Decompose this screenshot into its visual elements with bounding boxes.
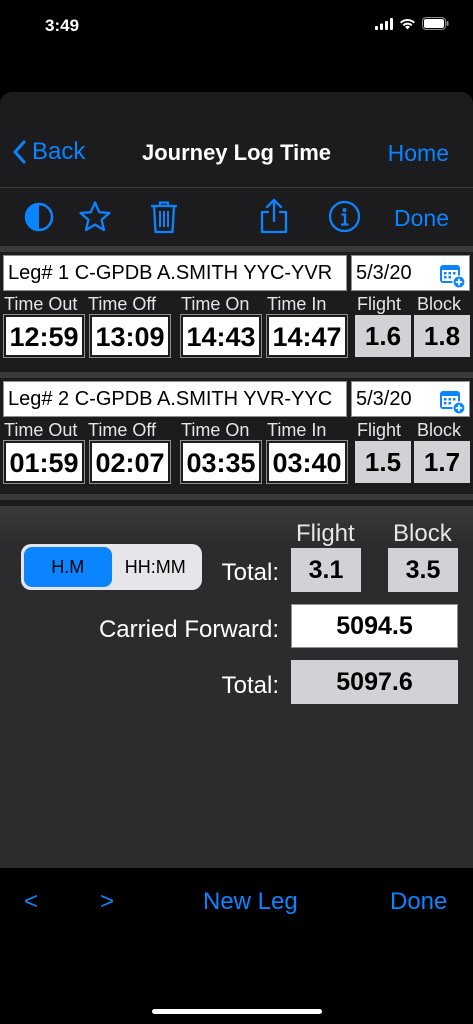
bottom-done-button[interactable]: Done xyxy=(390,888,447,916)
wifi-icon xyxy=(400,18,415,29)
calendar-add-icon[interactable] xyxy=(439,262,465,288)
format-option-hh-mm[interactable]: HH:MM xyxy=(112,547,200,587)
block-total-header: Block xyxy=(393,520,452,547)
info-icon[interactable] xyxy=(328,200,361,233)
flight-label: Flight xyxy=(357,420,402,440)
toolbar-done-button[interactable]: Done xyxy=(394,205,449,232)
leg-2: Leg# 2 C-GPDB A.SMITH YVR-YYC 5/3/20 Tim… xyxy=(0,378,473,494)
previous-leg-button[interactable]: < xyxy=(24,888,38,916)
time-out-field[interactable]: 01:59 xyxy=(3,440,85,484)
time-on-field[interactable]: 03:35 xyxy=(180,440,262,484)
bottom-toolbar: < > New Leg Done xyxy=(0,868,473,1024)
toolbar: Done xyxy=(0,189,473,249)
back-button[interactable]: Back xyxy=(12,138,85,166)
home-indicator[interactable] xyxy=(152,1009,322,1014)
block-time-value: 1.7 xyxy=(414,441,470,483)
leg-date-value: 5/3/20 xyxy=(356,262,412,284)
leg-1: Leg# 1 C-GPDB A.SMITH YYC-YVR 5/3/20 Tim… xyxy=(0,252,473,368)
grand-total-value: 5097.6 xyxy=(291,660,458,704)
leg-description[interactable]: Leg# 1 C-GPDB A.SMITH YYC-YVR xyxy=(3,255,347,291)
time-off-label: Time Off xyxy=(88,294,157,314)
time-off-field[interactable]: 02:07 xyxy=(89,440,171,484)
time-in-field[interactable]: 14:47 xyxy=(266,314,348,358)
block-time-value: 1.8 xyxy=(414,315,470,357)
flight-time-value: 1.6 xyxy=(355,315,411,357)
flight-total-header: Flight xyxy=(296,520,355,547)
time-format-segmented-control[interactable]: H.M HH:MM xyxy=(21,544,202,590)
star-icon[interactable] xyxy=(78,200,112,234)
new-leg-button[interactable]: New Leg xyxy=(203,888,298,916)
battery-icon xyxy=(422,17,449,30)
time-out-label: Time Out xyxy=(4,420,78,440)
format-option-h-m[interactable]: H.M xyxy=(24,547,112,587)
totals-panel: H.M HH:MM Flight Block Total: 3.1 3.5 Ca… xyxy=(0,506,473,868)
carried-forward-field[interactable]: 5094.5 xyxy=(291,604,458,648)
home-button[interactable]: Home xyxy=(388,140,449,167)
signal-icon xyxy=(375,17,393,30)
time-in-label: Time In xyxy=(267,294,327,314)
block-total-value: 3.5 xyxy=(388,548,458,592)
time-on-label: Time On xyxy=(181,294,250,314)
time-off-field[interactable]: 13:09 xyxy=(89,314,171,358)
trash-icon[interactable] xyxy=(149,199,179,235)
chevron-left-icon xyxy=(13,140,26,164)
leg-separator xyxy=(0,494,473,500)
flight-label: Flight xyxy=(357,294,402,314)
leg-description[interactable]: Leg# 2 C-GPDB A.SMITH YVR-YYC xyxy=(3,381,347,417)
time-off-label: Time Off xyxy=(88,420,157,440)
calendar-add-icon[interactable] xyxy=(439,388,465,414)
time-out-label: Time Out xyxy=(4,294,78,314)
time-on-field[interactable]: 14:43 xyxy=(180,314,262,358)
next-leg-button[interactable]: > xyxy=(100,888,114,916)
contrast-icon[interactable] xyxy=(24,202,54,232)
navigation-bar: Back Journey Log Time Home xyxy=(0,92,473,188)
back-label: Back xyxy=(32,138,86,165)
flight-total-value: 3.1 xyxy=(291,548,361,592)
status-bar: 3:49 xyxy=(0,0,473,52)
leg-date-value: 5/3/20 xyxy=(356,388,412,410)
leg-date[interactable]: 5/3/20 xyxy=(351,381,470,417)
carried-forward-label: Carried Forward: xyxy=(98,616,279,643)
grand-total-label: Total: xyxy=(221,672,279,699)
share-icon[interactable] xyxy=(259,197,289,235)
total-label: Total: xyxy=(221,559,279,586)
block-label: Block xyxy=(417,420,462,440)
time-out-field[interactable]: 12:59 xyxy=(3,314,85,358)
time-in-label: Time In xyxy=(267,420,327,440)
journey-log-sheet: Back Journey Log Time Home Done Leg# 1 C… xyxy=(0,92,473,1024)
leg-date[interactable]: 5/3/20 xyxy=(351,255,470,291)
block-label: Block xyxy=(417,294,462,314)
time-in-field[interactable]: 03:40 xyxy=(266,440,348,484)
flight-time-value: 1.5 xyxy=(355,441,411,483)
time-on-label: Time On xyxy=(181,420,250,440)
status-time: 3:49 xyxy=(45,16,80,35)
divider xyxy=(0,187,473,188)
